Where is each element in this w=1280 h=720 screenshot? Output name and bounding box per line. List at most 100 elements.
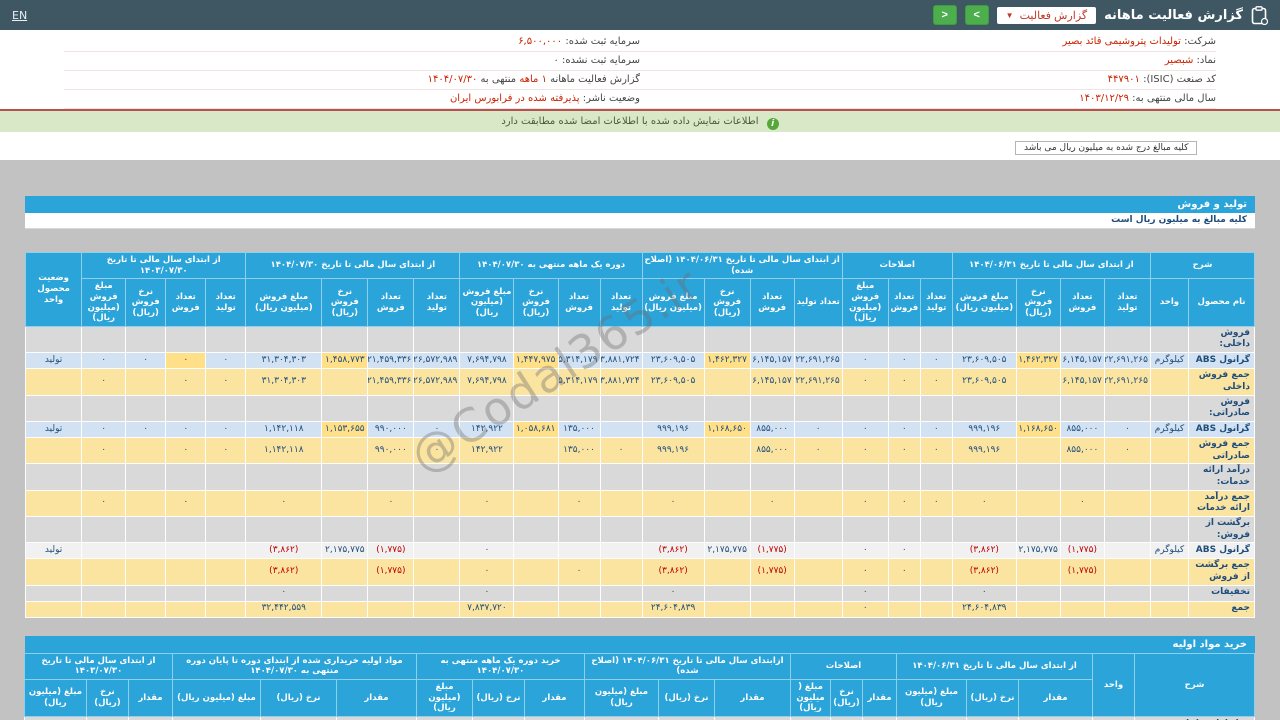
value-cell: ۰ xyxy=(641,489,705,518)
value-cell xyxy=(657,715,715,720)
value-cell xyxy=(367,515,415,544)
column-header: مبلغ (میلیون ریال) xyxy=(415,679,473,717)
value-cell: (۱,۷۷۵) xyxy=(1059,558,1105,586)
value-cell xyxy=(513,394,559,422)
production-sales-table: تولید و فروش کلیه مبالغ به میلیون ریال ا… xyxy=(24,196,1256,618)
value-cell xyxy=(413,394,461,422)
value-cell xyxy=(513,489,559,518)
value-cell: ۱,۰۵۸,۶۸۱ xyxy=(513,420,559,438)
value-cell xyxy=(1103,584,1151,602)
value-cell: ۰ xyxy=(841,436,889,465)
value-cell xyxy=(749,600,795,618)
next-report-button[interactable]: > xyxy=(964,5,989,25)
value-cell: ۰ xyxy=(81,420,127,438)
value-cell xyxy=(245,515,323,544)
column-header: نرخ (ریال) xyxy=(471,679,525,717)
status-cell xyxy=(24,436,83,465)
value-cell xyxy=(367,463,415,491)
row-label: گرانول ABS xyxy=(1187,420,1256,438)
value-cell xyxy=(793,558,843,586)
value-cell: ۲۲,۶۹۱,۲۶۵ xyxy=(793,368,843,396)
value-cell: ۰ xyxy=(125,352,167,370)
value-cell: (۳,۸۶۲) xyxy=(245,558,323,586)
value-cell xyxy=(81,325,127,354)
unit-cell xyxy=(1149,368,1189,396)
column-header: مقدار xyxy=(335,679,417,717)
table-row: گرانول ABS کیلوگرم ۲۲,۶۹۱,۲۶۵ ۱۶,۱۴۵,۱۵۷ ۱,۴… xyxy=(24,352,1256,370)
previous-report-button[interactable]: < xyxy=(932,5,957,25)
value-cell xyxy=(513,600,559,618)
value-cell: ۰ xyxy=(919,352,953,370)
value-cell: ۰ xyxy=(413,436,461,465)
value-cell xyxy=(165,463,207,491)
value-cell: ۰ xyxy=(1103,436,1151,465)
value-cell xyxy=(599,558,643,586)
value-cell xyxy=(557,600,601,618)
unit-cell: کیلوگرم xyxy=(1149,352,1189,370)
value-cell xyxy=(919,542,953,560)
value-cell xyxy=(793,584,843,602)
column-header: مقدار xyxy=(523,679,585,717)
data-grid: شرح واحد از ابتدای سال مالی تا تاریخ ۱۴۰۴/… xyxy=(23,652,1255,720)
language-switch-en[interactable]: EN xyxy=(12,9,27,22)
info-label: گزارش فعالیت ماهانه xyxy=(546,74,640,85)
value-cell: ۰ xyxy=(81,368,127,396)
value-cell xyxy=(367,394,415,422)
table-row: جمع درآمد ارائه خدمات ۰ ۰ ۰ ۰ ۰ ۰ ۰ ۰ ۰ ۰ ۰ ۰ ۰ xyxy=(24,489,1256,518)
value-cell xyxy=(830,715,863,720)
value-cell: ۳۱,۳۰۴,۳۰۳ xyxy=(245,352,323,370)
value-cell: ۱۶,۱۴۵,۱۵۷ xyxy=(749,352,795,370)
value-cell xyxy=(245,394,323,422)
value-cell xyxy=(919,515,953,544)
value-cell xyxy=(1018,715,1093,720)
value-cell: (۱,۷۷۵) xyxy=(1059,542,1105,560)
value-cell xyxy=(789,715,832,720)
value-cell xyxy=(749,325,795,354)
value-cell xyxy=(321,600,369,618)
column-group-header: شرح xyxy=(1134,652,1255,717)
value-cell xyxy=(81,584,127,602)
raw-materials-title: خرید مواد اولیه xyxy=(25,635,1255,653)
row-label: درآمد ارائه خدمات: xyxy=(1187,463,1256,491)
column-header: نرخ فروش (ریال) xyxy=(703,278,751,327)
value-cell: ۰ xyxy=(459,489,515,518)
column-header: تعداد فروش xyxy=(1059,278,1105,327)
column-header: واحد xyxy=(1149,278,1189,327)
value-cell xyxy=(125,463,167,491)
value-cell xyxy=(125,394,167,422)
unit-cell xyxy=(1149,515,1189,544)
value-cell: ۰ xyxy=(841,368,889,396)
value-cell xyxy=(125,600,167,618)
value-cell xyxy=(1059,600,1105,618)
value-cell xyxy=(165,584,207,602)
report-type-dropdown[interactable]: گزارش فعالیت ▼ xyxy=(996,6,1097,24)
value-cell xyxy=(641,463,705,491)
value-cell: ۰ xyxy=(919,368,953,396)
value-cell xyxy=(413,325,461,354)
value-cell xyxy=(1015,489,1061,518)
row-label: گرانول ABS xyxy=(1187,542,1256,560)
value-cell xyxy=(557,515,601,544)
value-cell xyxy=(793,515,843,544)
value-cell xyxy=(887,325,921,354)
value-cell xyxy=(321,394,369,422)
value-cell: ۰ xyxy=(165,436,207,465)
value-cell xyxy=(793,600,843,618)
value-cell xyxy=(599,542,643,560)
value-cell xyxy=(125,325,167,354)
value-cell xyxy=(413,558,461,586)
value-cell xyxy=(1059,463,1105,491)
column-header: نرخ (ریال) xyxy=(966,679,1019,717)
value-cell xyxy=(599,420,643,438)
value-cell xyxy=(165,515,207,544)
value-cell xyxy=(205,394,247,422)
unit-cell xyxy=(1149,436,1189,465)
value-cell xyxy=(703,325,751,354)
value-cell: ۹۹۹,۱۹۶ xyxy=(641,436,705,465)
value-cell xyxy=(413,515,461,544)
section-row: فروش صادراتی: xyxy=(24,394,1256,422)
value-cell: ۱۴۲,۹۲۲ xyxy=(459,420,515,438)
column-header: تعداد فروش xyxy=(367,278,415,327)
column-header: مبلغ فروش (میلیون ریال) xyxy=(641,278,705,327)
signed-info-notice-text: اطلاعات نمایش داده شده با اطلاعات امضا ش… xyxy=(501,116,759,127)
